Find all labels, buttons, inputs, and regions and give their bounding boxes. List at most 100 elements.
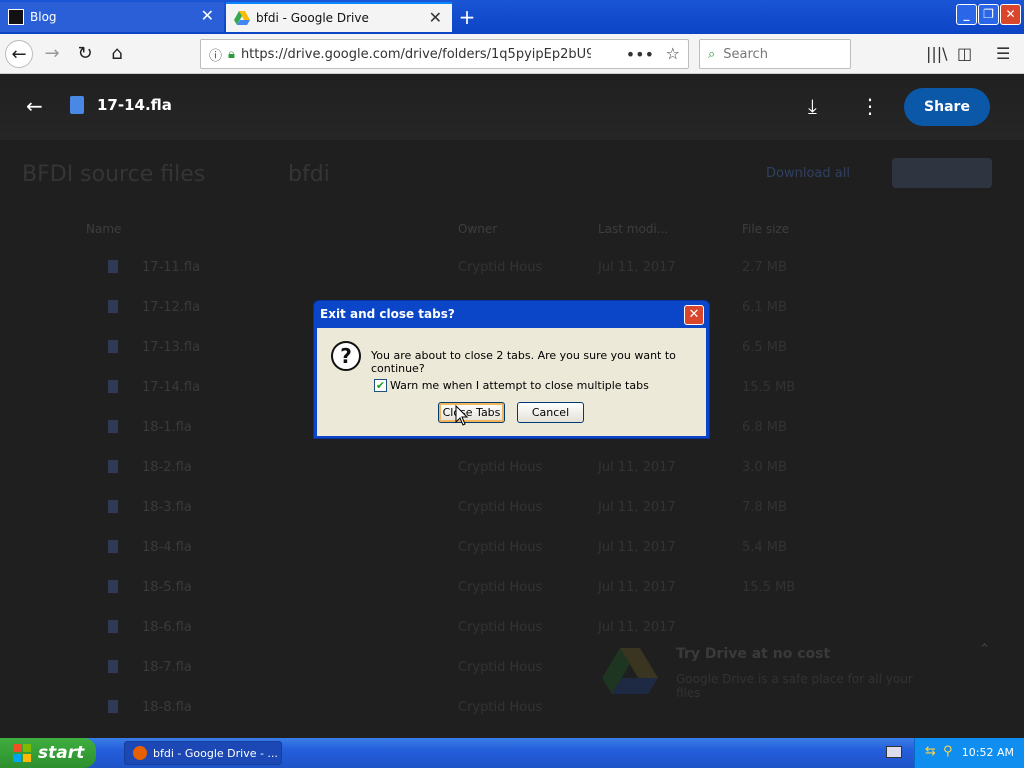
windows-flag-icon (12, 743, 32, 763)
close-tab-icon[interactable]: ✕ (201, 8, 214, 24)
exit-close-tabs-dialog: Exit and close tabs? ✕ ? You are about t… (313, 300, 710, 439)
file-owner: Cryptid Hous (458, 660, 543, 675)
file-name: 18-6.fla (142, 620, 192, 635)
arrow-left-icon[interactable]: ← (26, 94, 43, 118)
chevron-up-icon: ⌃ (979, 642, 990, 657)
sidebar-icon[interactable]: ◫ (957, 44, 972, 63)
file-name: 17-11.fla (142, 260, 201, 275)
google-drive-favicon-icon (234, 10, 250, 26)
navigation-toolbar: ← → ↻ ⌂ ⓘ 🔒︎ https://drive.google.com/dr… (0, 34, 1024, 74)
file-owner: Cryptid Hous (458, 500, 543, 515)
column-header-owner: Owner (458, 222, 498, 236)
tab-bfdi-google-drive[interactable]: bfdi - Google Drive ✕ (226, 2, 452, 32)
start-label: start (38, 743, 85, 763)
file-name: 17-14.fla (142, 380, 201, 395)
tab-blog[interactable]: Blog ✕ (0, 2, 224, 32)
forward-arrow-icon[interactable]: → (38, 40, 66, 68)
file-size: 6.5 MB (742, 340, 787, 355)
promo-text: Google Drive is a safe place for all you… (676, 672, 913, 700)
file-icon (108, 580, 118, 593)
file-icon (108, 700, 118, 713)
cancel-button[interactable]: Cancel (517, 402, 584, 423)
blog-favicon-icon (8, 9, 24, 25)
file-date: Jul 11, 2017 (598, 540, 676, 555)
file-size: 2.7 MB (742, 260, 787, 275)
file-icon (108, 340, 118, 353)
file-name: 18-4.fla (142, 540, 192, 555)
file-owner: Cryptid Hous (458, 540, 543, 555)
file-icon (108, 420, 118, 433)
network-icon[interactable]: ⇆ (925, 744, 936, 759)
dialog-title: Exit and close tabs? (320, 307, 455, 321)
share-button[interactable]: Share (904, 88, 990, 126)
file-document-icon (70, 96, 84, 114)
drive-folder-background: BFDI source files bfdi Download all Name… (0, 140, 1024, 738)
file-date: Jul 11, 2017 (598, 260, 676, 275)
file-row: 18-3.fla Cryptid Hous Jul 11, 2017 7.8 MB (0, 492, 1024, 532)
url-text[interactable]: https://drive.google.com/drive/folders/1… (241, 47, 591, 62)
google-drive-logo-icon (602, 646, 658, 694)
close-window-button[interactable]: ✕ (1000, 4, 1021, 25)
file-name: 18-5.fla (142, 580, 192, 595)
page-actions-ellipsis-icon[interactable]: ••• (626, 45, 654, 64)
file-size: 7.8 MB (742, 500, 787, 515)
view-toggle (892, 158, 992, 188)
reload-icon[interactable]: ↻ (71, 40, 99, 68)
restore-window-button[interactable]: ❐ (978, 4, 999, 25)
hamburger-menu-icon[interactable]: ☰ (996, 44, 1010, 63)
file-owner: Cryptid Hous (458, 260, 543, 275)
file-row: 18-5.fla Cryptid Hous Jul 11, 2017 15.5 MB (0, 572, 1024, 612)
keyboard-icon[interactable] (886, 746, 902, 758)
column-header-modified: Last modi... (598, 222, 669, 236)
bookmark-star-icon[interactable]: ☆ (666, 44, 680, 63)
download-icon[interactable]: ⤓ (808, 94, 817, 118)
dialog-message: You are about to close 2 tabs. Are you s… (371, 349, 676, 375)
close-tabs-button[interactable]: Close Tabs (438, 402, 505, 423)
file-icon (108, 660, 118, 673)
column-header-size: File size (742, 222, 790, 236)
new-tab-plus-icon[interactable]: + (456, 5, 478, 29)
file-date: Jul 11, 2017 (598, 460, 676, 475)
home-icon[interactable]: ⌂ (103, 40, 131, 68)
file-name: 18-8.fla (142, 700, 192, 715)
info-icon[interactable]: ⓘ (209, 45, 222, 64)
minimize-window-button[interactable]: _ (956, 4, 977, 25)
back-arrow-icon[interactable]: ← (5, 40, 33, 68)
breadcrumb-current: bfdi (288, 162, 330, 187)
tab-label: Blog (30, 10, 57, 24)
file-size: 3.0 MB (742, 460, 787, 475)
file-size: 15.5 MB (742, 580, 796, 595)
system-tray: ⇆ ⚲ 10:52 AM (914, 738, 1024, 768)
file-icon (108, 300, 118, 313)
dialog-close-button[interactable]: ✕ (684, 305, 704, 325)
file-owner: Cryptid Hous (458, 580, 543, 595)
breadcrumb-root: BFDI source files (22, 162, 206, 187)
start-button[interactable]: start (0, 738, 96, 768)
search-input[interactable]: ⌕ Search (699, 39, 851, 69)
file-name: 18-2.fla (142, 460, 192, 475)
file-row: 18-4.fla Cryptid Hous Jul 11, 2017 5.4 MB (0, 532, 1024, 572)
warn-close-multiple-tabs-checkbox[interactable]: ✔ (374, 379, 387, 392)
file-name: 18-3.fla (142, 500, 192, 515)
file-icon (108, 460, 118, 473)
checkbox-label: Warn me when I attempt to close multiple… (390, 379, 649, 392)
drive-promo-card: Try Drive at no cost Google Drive is a s… (596, 640, 996, 720)
taskbar-item-firefox[interactable]: bfdi - Google Drive - ... (124, 741, 282, 765)
url-bar[interactable]: ⓘ 🔒︎ https://drive.google.com/drive/fold… (200, 39, 689, 69)
file-owner: Cryptid Hous (458, 700, 543, 715)
file-name: 18-7.fla (142, 660, 192, 675)
search-placeholder: Search (723, 46, 768, 62)
file-size: 6.8 MB (742, 420, 787, 435)
file-date: Jul 11, 2017 (598, 580, 676, 595)
dialog-body: ? You are about to close 2 tabs. Are you… (317, 328, 706, 436)
file-owner: Cryptid Hous (458, 460, 543, 475)
file-size: 15.5 MB (742, 380, 796, 395)
search-icon[interactable]: ⚲ (943, 744, 953, 759)
more-options-icon[interactable]: ⋮ (860, 94, 880, 118)
close-tab-icon[interactable]: ✕ (429, 10, 442, 26)
file-icon (108, 620, 118, 633)
file-icon (108, 500, 118, 513)
lock-icon: 🔒︎ (228, 46, 235, 62)
question-mark-icon: ? (331, 341, 361, 371)
library-icon[interactable]: |||\ (926, 44, 948, 63)
